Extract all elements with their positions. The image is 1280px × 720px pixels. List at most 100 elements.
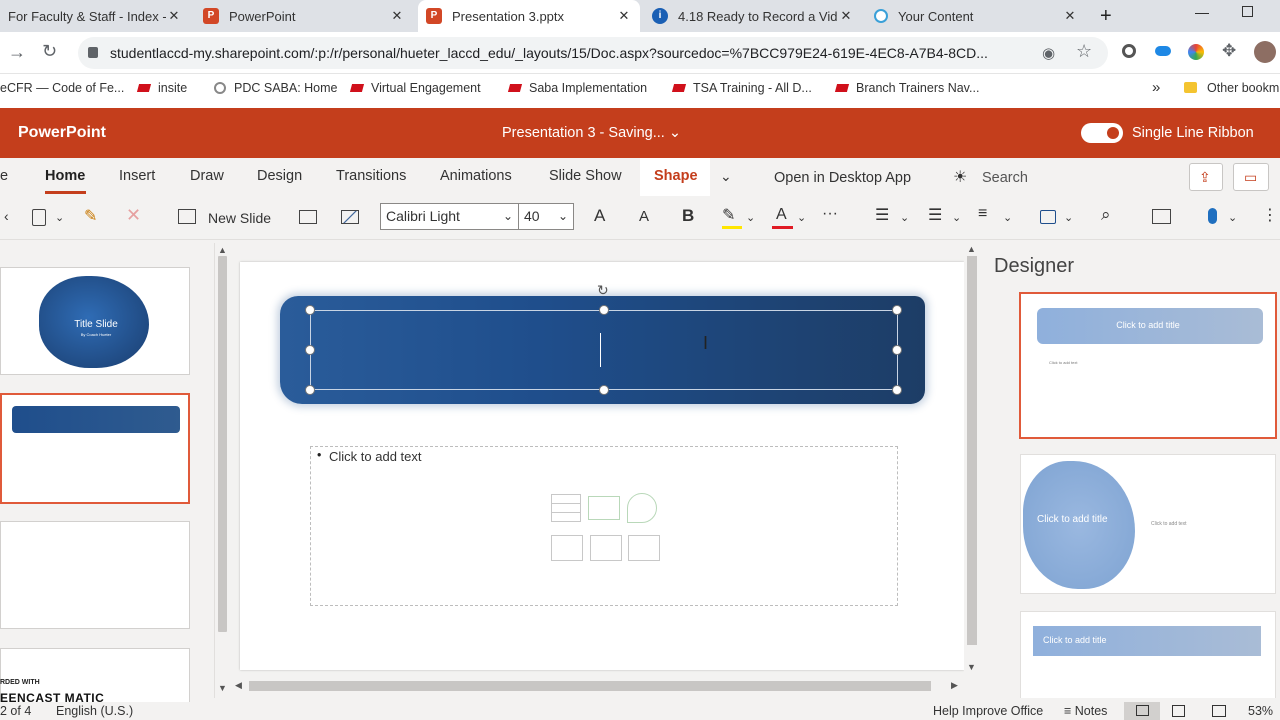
close-icon[interactable]: ✕ [389,8,405,24]
bookmark-branch-trainers[interactable]: Branch Trainers Nav... [834,81,979,95]
chevron-down-icon[interactable]: ⌄ [55,211,64,224]
delete-icon[interactable]: ✕ [126,205,141,226]
rotate-handle-icon[interactable]: ↻ [597,282,609,299]
browser-tab-presentation[interactable]: P Presentation 3.pptx ✕ [418,0,640,32]
grow-font-button[interactable]: A [594,206,605,226]
tab-design[interactable]: Design [257,168,302,184]
resize-handle[interactable] [305,305,315,315]
single-line-ribbon-toggle[interactable] [1081,123,1123,143]
resize-handle[interactable] [305,345,315,355]
slide-thumbnail-1[interactable]: Title Slide By Coach Hueter [0,267,190,375]
scroll-right-icon[interactable]: ▶ [951,680,958,691]
extension-icon[interactable] [1122,44,1136,58]
browser-tab-record-video[interactable]: i 4.18 Ready to Record a Vid ✕ [644,0,862,32]
tab-insert[interactable]: Insert [119,168,155,184]
insert-table-icon[interactable] [551,494,581,522]
font-color-button[interactable]: A [776,206,787,224]
close-icon[interactable]: ✕ [1062,8,1078,24]
reading-view-icon[interactable] [1212,705,1226,717]
tab-animations[interactable]: Animations [440,168,512,184]
bookmark-pdc-saba[interactable]: PDC SABA: Home [214,81,338,95]
language-status[interactable]: English (U.S.) [56,704,133,718]
chevron-down-icon[interactable]: ⌄ [1228,211,1237,224]
paste-icon[interactable] [32,209,46,226]
chevron-down-icon[interactable]: ⌄ [952,211,961,224]
tab-slide-show[interactable]: Slide Show [549,168,622,184]
new-tab-button[interactable]: + [1100,5,1112,28]
reload-icon[interactable]: ↻ [42,41,57,62]
puzzle-icon[interactable]: ✥ [1222,41,1236,61]
resize-handle[interactable] [599,305,609,315]
bookmark-ecfr[interactable]: eCFR — Code of Fe... [0,81,124,95]
slide-thumbnail-2[interactable] [0,393,190,504]
chevron-down-icon[interactable]: ⌄ [797,211,806,224]
font-name-select[interactable]: Calibri Light ⌄ [380,203,519,230]
notes-button[interactable]: ≡ Notes [1064,704,1107,718]
insert-video-icon[interactable] [628,535,660,561]
chevron-down-icon[interactable]: ⌄ [900,211,909,224]
chevron-down-icon[interactable]: ⌄ [1064,211,1073,224]
close-icon[interactable]: ✕ [838,8,854,24]
align-icon[interactable]: ≡ [978,205,987,223]
format-painter-icon[interactable]: ✎ [84,206,97,226]
browser-tab-your-content[interactable]: Your Content ✕ [866,0,1086,32]
scroll-thumb[interactable] [967,256,977,645]
bookmarks-overflow-button[interactable]: » [1152,79,1160,96]
resize-handle[interactable] [892,305,902,315]
thumbnail-scrollbar[interactable]: ▲ ▼ [214,243,230,698]
undo-chevron-icon[interactable]: ‹ [4,208,9,224]
extension-icon[interactable] [1188,44,1204,60]
restore-icon[interactable] [1242,6,1253,17]
close-icon[interactable]: ✕ [616,8,632,24]
design-idea-3[interactable]: Click to add title [1020,611,1276,698]
browser-tab-powerpoint[interactable]: P PowerPoint ✕ [195,0,413,32]
tab-home[interactable]: Home [45,168,85,184]
scroll-up-icon[interactable]: ▲ [967,244,976,254]
insert-picture-icon[interactable] [551,535,583,561]
shrink-font-button[interactable]: A [639,208,649,225]
chevron-down-icon[interactable]: ⌄ [720,168,732,185]
reset-icon[interactable] [341,210,359,224]
design-idea-1[interactable]: Click to add title Click to add text [1019,292,1277,439]
slide-horizontal-scrollbar[interactable]: ◀ ▶ [232,678,964,694]
slide-vertical-scrollbar[interactable]: ▲ ▼ [964,243,980,675]
app-name[interactable]: PowerPoint [18,124,106,142]
url-field[interactable]: studentlaccd-my.sharepoint.com/:p:/r/per… [78,37,1108,69]
designer-icon[interactable] [1152,209,1171,224]
more-button[interactable]: ··· [822,205,838,223]
bullets-icon[interactable]: ☰ [875,205,889,225]
share-button[interactable]: ⇪ [1189,163,1223,191]
bold-button[interactable]: B [682,206,694,226]
overflow-icon[interactable]: ⋮ [1262,205,1278,225]
resize-handle[interactable] [892,345,902,355]
bookmark-tsa-training[interactable]: TSA Training - All D... [671,81,812,95]
insert-online-picture-icon[interactable] [590,535,622,561]
scroll-down-icon[interactable]: ▼ [967,662,976,672]
chevron-down-icon[interactable]: ⌄ [746,211,755,224]
resize-handle[interactable] [305,385,315,395]
scroll-down-icon[interactable]: ▼ [218,683,227,693]
slide-canvas[interactable]: I ↻ • Click to add text [240,262,964,670]
normal-view-button[interactable] [1124,702,1160,720]
minimize-icon[interactable]: — [1195,4,1209,20]
bookmark-saba-implementation[interactable]: Saba Implementation [507,81,647,95]
font-size-select[interactable]: 40 ⌄ [518,203,574,230]
cloud-icon[interactable] [1155,46,1171,56]
document-title[interactable]: Presentation 3 - Saving... ⌄ [502,125,681,141]
scroll-up-icon[interactable]: ▲ [218,245,227,255]
comments-button[interactable]: ▭ [1233,163,1269,191]
body-placeholder[interactable]: • Click to add text [310,446,898,606]
shapes-icon[interactable] [1040,210,1056,224]
slide-thumbnail-3[interactable] [0,521,190,629]
close-icon[interactable]: ✕ [166,8,182,24]
browser-tab-faculty[interactable]: For Faculty & Staff - Index - ✕ [0,0,190,32]
scroll-thumb[interactable] [249,681,931,691]
open-in-desktop-button[interactable]: Open in Desktop App [774,170,911,186]
bookmark-insite[interactable]: insite [136,81,187,95]
tab-draw[interactable]: Draw [190,168,224,184]
insert-smartart-icon[interactable] [627,493,657,523]
microphone-icon[interactable] [1208,208,1217,224]
design-idea-2[interactable]: Click to add title Click to add text [1020,454,1276,594]
chevron-down-icon[interactable]: ⌄ [1003,211,1012,224]
tab-shape[interactable]: Shape [654,168,698,184]
